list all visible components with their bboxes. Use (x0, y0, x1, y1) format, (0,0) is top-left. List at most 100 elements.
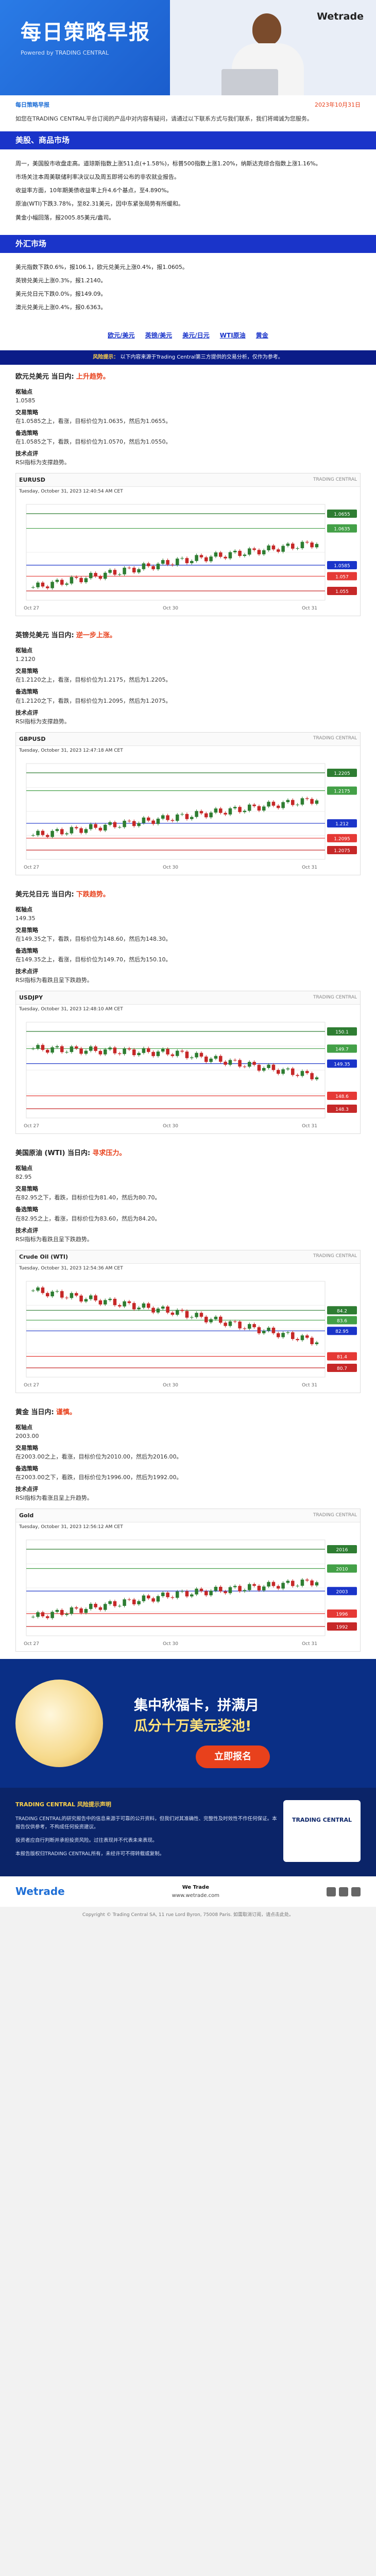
price-chart[interactable]: EURUSD TRADING CENTRAL Tuesday, October … (15, 473, 361, 617)
level-label: 148.3 (335, 1107, 349, 1112)
candle (267, 545, 270, 551)
x-tick-label: Oct 31 (302, 1383, 317, 1388)
level-label: 83.6 (337, 1318, 347, 1324)
candle (310, 1580, 314, 1586)
tech-comment-label: 技术点评 (15, 450, 38, 457)
x-tick-label: Oct 30 (163, 865, 178, 870)
trading-central-badge: TRADING CENTRAL (283, 1800, 361, 1862)
strategy-value: 在149.35之下，看跌，目标价位为148.60，然后为148.30。 (15, 935, 172, 942)
footer-logo[interactable]: Wetrade (15, 1884, 65, 1900)
chart-symbol: Gold (19, 1512, 34, 1519)
price-chart[interactable]: Gold TRADING CENTRAL Tuesday, October 31… (15, 1509, 361, 1652)
candle (166, 1049, 169, 1055)
facebook-icon[interactable] (326, 1887, 336, 1896)
candle (243, 1590, 247, 1591)
candle (305, 1071, 309, 1074)
candle (123, 568, 126, 574)
candle (84, 1609, 88, 1613)
link-wti[interactable]: WTI原油 (220, 332, 246, 339)
candle (156, 1308, 160, 1313)
pivot-label: 枢轴点 (15, 1165, 32, 1172)
youtube-icon[interactable] (351, 1887, 361, 1896)
candle (127, 1048, 131, 1050)
twitter-icon[interactable] (338, 1887, 348, 1896)
chart-watermark: TRADING CENTRAL (313, 994, 357, 1000)
footer-line2[interactable]: www.wetrade.com (172, 1893, 219, 1899)
candle (262, 1068, 266, 1071)
fx-para: 美元兑日元下跌0.0%，报149.09。 (15, 290, 107, 297)
promo-button[interactable]: 立即报名 (196, 1745, 270, 1769)
candle (281, 1583, 285, 1589)
brand-logo[interactable]: Wetrade (317, 9, 364, 24)
candle (277, 1070, 280, 1074)
candle (185, 814, 189, 819)
candle (271, 1327, 276, 1333)
link-usdjpy[interactable]: 美元/日元 (182, 332, 209, 339)
candle (219, 1056, 223, 1062)
candle (84, 1050, 88, 1054)
candle (41, 1287, 45, 1293)
price-chart[interactable]: Crude Oil (WTI) TRADING CENTRAL Tuesday,… (15, 1249, 361, 1393)
candle (243, 554, 247, 556)
chart-canvas: 1.2205 1.2175 1.212 1.2095 1.2075 Oct 27 Oct 3… (24, 763, 357, 870)
promo-line2: 瓜分十万美元奖池! (134, 1718, 252, 1735)
candle (104, 824, 107, 831)
candle (65, 1052, 69, 1053)
candle (142, 1048, 146, 1053)
candle (98, 1300, 102, 1304)
candle (108, 1298, 112, 1300)
chart-watermark: TRADING CENTRAL (313, 477, 357, 482)
alt-strategy-label: 备选策略 (15, 1206, 38, 1213)
promo-banner[interactable]: 集中秋福卡，拼满月 瓜分十万美元奖池! 立即报名 (0, 1659, 376, 1788)
candle (243, 1066, 247, 1067)
strategy-label: 交易策略 (15, 668, 38, 675)
link-gbpusd[interactable]: 英镑/美元 (145, 332, 172, 339)
strategy-value: 在1.2120之上，看涨，目标价位为1.2175，然后为1.2205。 (15, 676, 172, 684)
link-gold[interactable]: 黄金 (256, 332, 268, 339)
level-label: 2010 (336, 1567, 348, 1572)
candle (296, 1075, 299, 1076)
candle (219, 552, 223, 557)
candle (195, 810, 198, 817)
price-chart[interactable]: GBPUSD TRADING CENTRAL Tuesday, October … (15, 732, 361, 875)
candle (185, 1052, 189, 1058)
candle (267, 1064, 270, 1069)
level-label: 1.2095 (334, 837, 350, 842)
candle (84, 578, 88, 583)
section-title-fx: 外汇市场 (0, 234, 376, 253)
tech-comment-label: 技术点评 (15, 968, 38, 975)
candle (176, 558, 179, 565)
candle (70, 1607, 74, 1614)
strategy-value: 在82.95之下，看跌，目标价位为81.40，然后为80.70。 (15, 1194, 161, 1201)
candle (98, 576, 102, 579)
price-chart[interactable]: USDJPY TRADING CENTRAL Tuesday, October … (15, 991, 361, 1134)
candle (271, 545, 276, 550)
strategy-value: 在2003.00之上，看涨，目标价位为2010.00，然后为2016.00。 (15, 1453, 182, 1460)
candle (199, 555, 203, 557)
candle (75, 1046, 78, 1049)
market-section: 周一，美国股市收盘走高。道琼斯指数上涨511点(+1.58%)，标普500指数上… (0, 149, 376, 235)
alt-strategy-value: 在1.2120之下，看跌，目标价位为1.2095，然后为1.2075。 (15, 697, 172, 704)
candle (228, 1587, 232, 1594)
candle (310, 543, 314, 548)
level-label: 1.057 (335, 575, 349, 580)
candle (209, 812, 213, 817)
candle (94, 1046, 97, 1051)
moon-illustration (15, 1680, 103, 1768)
level-label: 1996 (336, 1612, 348, 1617)
candle (70, 1046, 74, 1053)
candle (252, 804, 256, 806)
candle (75, 827, 78, 828)
candle (151, 566, 155, 570)
chart-canvas: 1.0655 1.0635 1.0585 1.057 1.055 Oct 27 Oct 30… (24, 504, 357, 611)
hero-banner: 每日策略早报 Powered by TRADING CENTRAL Wetrad… (0, 0, 376, 95)
chart-symbol: EURUSD (19, 477, 45, 484)
candle (238, 1060, 242, 1067)
alt-strategy-label: 备选策略 (15, 1465, 38, 1472)
candle (286, 800, 290, 802)
candle (228, 1060, 232, 1065)
candle (65, 583, 69, 585)
candle (65, 833, 69, 834)
link-eurusd[interactable]: 欧元/美元 (108, 332, 134, 339)
candle (267, 1327, 270, 1331)
